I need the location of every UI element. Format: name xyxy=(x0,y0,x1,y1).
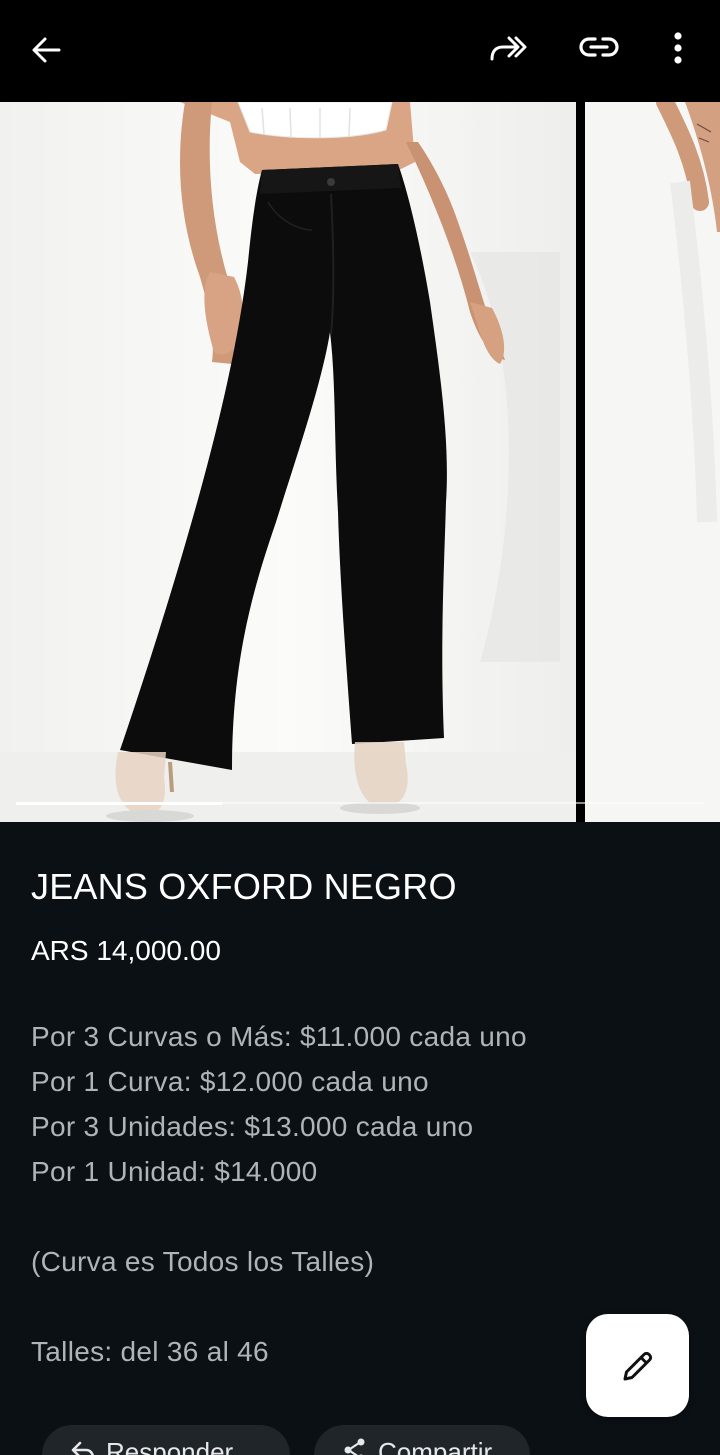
product-price: ARS 14,000.00 xyxy=(31,935,221,966)
forward-button[interactable] xyxy=(478,18,538,78)
product-image-carousel[interactable] xyxy=(0,102,720,822)
share-button[interactable]: Compartir xyxy=(314,1425,530,1455)
more-vertical-icon xyxy=(674,32,682,64)
description-line: Por 1 Curva: $12.000 cada uno xyxy=(31,1066,429,1097)
top-app-bar xyxy=(0,0,720,102)
jeans-side-image[interactable] xyxy=(585,102,720,822)
edit-fab-button[interactable] xyxy=(586,1314,689,1417)
product-screen: JEANS OXFORD NEGRO ARS 14,000.00 Por 3 C… xyxy=(0,0,720,1455)
reply-label: Responder xyxy=(106,1437,234,1455)
description-line: (Curva es Todos los Talles) xyxy=(31,1246,375,1277)
description-line: Talles: del 36 al 46 xyxy=(31,1336,269,1367)
share-label: Compartir xyxy=(378,1437,493,1455)
copy-link-button[interactable] xyxy=(569,18,629,78)
description-line: Por 1 Unidad: $14.000 xyxy=(31,1156,318,1187)
back-button[interactable] xyxy=(16,20,76,80)
pencil-icon xyxy=(623,1351,652,1380)
jeans-front-image[interactable] xyxy=(0,102,576,822)
carousel-progress-indicator xyxy=(16,801,223,805)
arrow-left-icon xyxy=(32,37,61,63)
more-options-button[interactable] xyxy=(648,18,708,78)
carousel-progress-track xyxy=(16,801,704,805)
link-icon xyxy=(579,37,619,57)
share-icon xyxy=(342,1437,368,1455)
double-forward-arrow-icon xyxy=(490,36,527,61)
reply-button[interactable]: Responder xyxy=(42,1425,290,1455)
description-line: Por 3 Curvas o Más: $11.000 cada uno xyxy=(31,1021,527,1052)
reply-icon xyxy=(70,1437,96,1455)
description-line: Por 3 Unidades: $13.000 cada uno xyxy=(31,1111,474,1142)
product-title: JEANS OXFORD NEGRO xyxy=(31,866,457,907)
